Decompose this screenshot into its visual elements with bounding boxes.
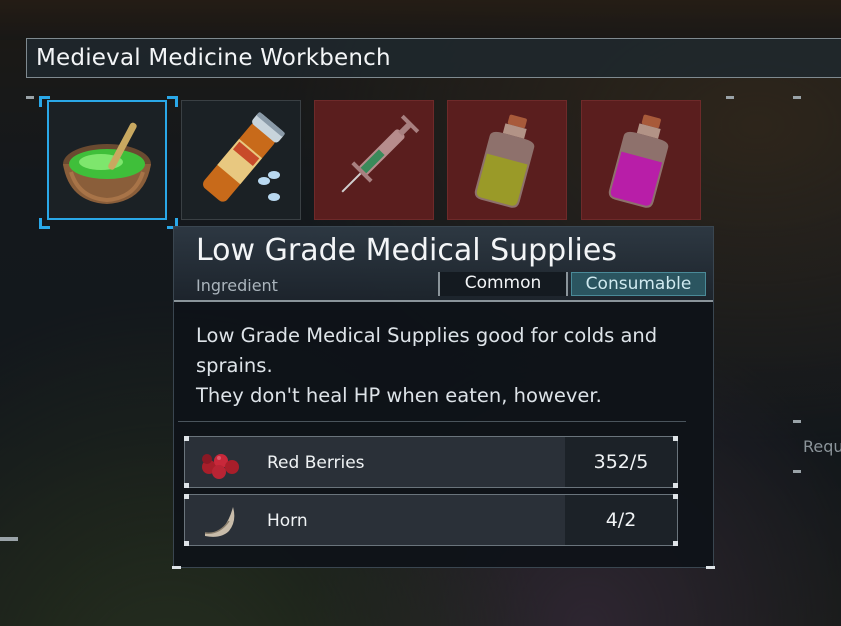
recipe-slot-purple-potion[interactable] (581, 100, 701, 220)
ingredient-count: 352/5 (565, 437, 677, 487)
description-line: They don't heal HP when eaten, however. (196, 384, 602, 407)
item-type: Ingredient (196, 276, 278, 295)
description-line: Low Grade Medical Supplies good for cold… (196, 324, 658, 347)
ingredient-count: 4/2 (565, 495, 677, 545)
row-corner (673, 436, 678, 441)
row-corner (184, 494, 189, 499)
tooltip-corner (706, 566, 715, 569)
tooltip-corner (172, 566, 181, 569)
recipe-slot-syringe[interactable] (314, 100, 434, 220)
frame-tick (0, 537, 18, 541)
ingredient-name: Red Berries (267, 453, 365, 473)
tag-category: Consumable (571, 272, 706, 296)
row-corner (184, 541, 189, 546)
yellow-potion-icon (474, 114, 535, 208)
row-corner (673, 483, 678, 488)
ingredient-row: Red Berries 352/5 (184, 436, 678, 488)
frame-tick (793, 96, 801, 99)
row-corner (184, 436, 189, 441)
row-corner (673, 494, 678, 499)
item-name: Low Grade Medical Supplies (196, 233, 617, 268)
syringe-icon (341, 114, 420, 193)
requirements-label: Requ (803, 437, 841, 456)
frame-tick (793, 420, 801, 423)
selection-corner (39, 96, 50, 107)
row-corner (673, 541, 678, 546)
ingredient-name: Horn (267, 511, 308, 531)
bowl-medicine-icon (63, 122, 151, 204)
frame-tick (793, 470, 801, 473)
pill-bottle-icon (203, 112, 285, 202)
purple-potion-icon (608, 114, 669, 208)
frame-tick (726, 96, 734, 99)
tag-rarity: Common (438, 272, 568, 296)
recipe-slot-bowl[interactable] (47, 100, 167, 220)
item-tooltip: Low Grade Medical Supplies Ingredient Co… (172, 226, 715, 569)
selection-corner (167, 96, 178, 107)
frame-tick (26, 96, 34, 99)
recipe-slot-yellow-potion[interactable] (447, 100, 567, 220)
workbench-title-bar: Medieval Medicine Workbench (26, 38, 841, 78)
recipe-slot-pill-bottle[interactable] (181, 100, 301, 220)
item-description: Low Grade Medical Supplies good for cold… (196, 321, 696, 411)
red-berries-icon (202, 454, 239, 479)
horn-icon (204, 507, 235, 537)
description-divider (178, 421, 686, 422)
ingredient-row: Horn 4/2 (184, 494, 678, 546)
workbench-title: Medieval Medicine Workbench (36, 45, 391, 71)
header-divider (174, 300, 713, 302)
row-corner (184, 483, 189, 488)
selection-corner (39, 218, 50, 229)
description-line: sprains. (196, 354, 273, 377)
